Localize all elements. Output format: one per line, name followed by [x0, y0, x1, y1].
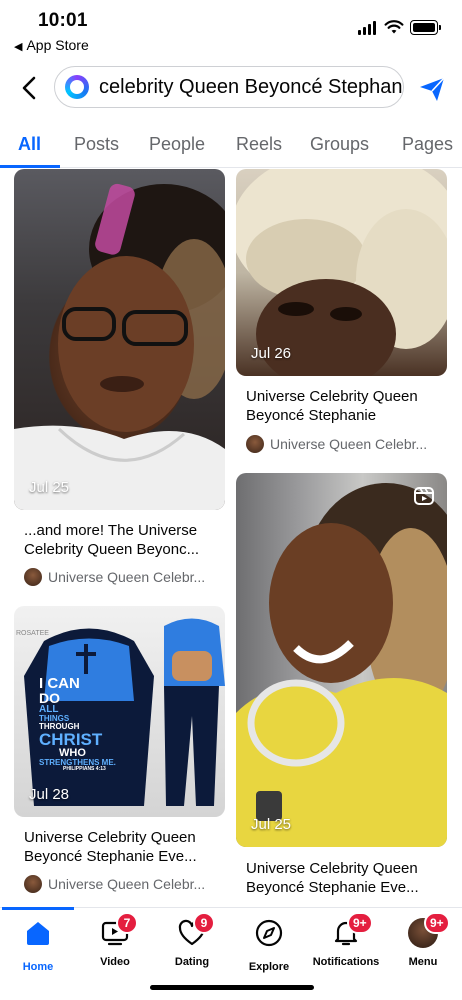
- post-photo[interactable]: Jul 26: [236, 169, 447, 376]
- post-date: Jul 28: [29, 786, 70, 803]
- avatar: [24, 875, 42, 893]
- nav-menu-label: Menu: [408, 956, 438, 968]
- post-photo[interactable]: Jul 25: [14, 169, 225, 510]
- back-app-label: App Store: [26, 37, 89, 53]
- post-author[interactable]: Universe Queen Celebr...: [24, 875, 205, 893]
- result-card[interactable]: Jul 26 Universe Celebrity Queen Beyoncé …: [236, 169, 447, 459]
- meta-ai-ring-icon: [65, 75, 89, 99]
- tab-pages[interactable]: Pages: [402, 134, 453, 155]
- search-query: celebrity Queen Beyoncé Stephanie: [99, 75, 404, 98]
- post-author[interactable]: Universe Queen Celebr...: [24, 568, 205, 586]
- status-time: 10:01: [38, 10, 88, 31]
- nav-explore-label: Explore: [248, 961, 290, 973]
- wifi-icon: [384, 20, 404, 34]
- nav-video[interactable]: 7 Video: [77, 912, 153, 968]
- compass-icon: [255, 919, 283, 947]
- active-nav-indicator: [2, 907, 74, 910]
- photo-illustration: [14, 183, 225, 510]
- avatar: [24, 568, 42, 586]
- home-indicator: [150, 985, 314, 990]
- post-title[interactable]: Universe Celebrity Queen Beyoncé Stephan…: [24, 828, 224, 866]
- back-arrow-icon[interactable]: [16, 74, 44, 102]
- photo-illustration: [236, 483, 447, 847]
- result-card[interactable]: Jul 25 ...and more! The Universe Celebri…: [14, 169, 225, 599]
- avatar: [246, 435, 264, 453]
- status-bar: 10:01 ◀ App Store: [0, 0, 462, 60]
- search-header: celebrity Queen Beyoncé Stephanie: [0, 66, 462, 110]
- menu-badge: 9+: [424, 912, 450, 934]
- nav-notifications[interactable]: 9+ Notifications: [308, 912, 384, 968]
- result-card[interactable]: ROSATEE I CAN DO ALL THINGS THROUGH CHRI…: [14, 606, 225, 907]
- slogan-line-1: I CAN: [39, 675, 80, 692]
- results-feed[interactable]: Jul 25 ...and more! The Universe Celebri…: [0, 169, 462, 907]
- nav-explore[interactable]: Explore: [231, 918, 307, 973]
- reel-thumbnail[interactable]: Jul 25: [236, 473, 447, 847]
- tab-posts[interactable]: Posts: [74, 134, 119, 155]
- slogan-line-6: CHRIST: [39, 730, 103, 749]
- cellular-signal-icon: [358, 21, 376, 35]
- post-author[interactable]: Universe Queen Celebr...: [246, 435, 427, 453]
- post-photo[interactable]: ROSATEE I CAN DO ALL THINGS THROUGH CHRI…: [14, 606, 225, 817]
- back-triangle-icon: ◀: [14, 41, 23, 53]
- back-to-app-link[interactable]: ◀ App Store: [14, 37, 89, 53]
- nav-notifications-label: Notifications: [312, 956, 380, 968]
- search-filter-tabs: All Posts People Reels Groups Pages: [0, 126, 462, 168]
- tab-reels[interactable]: Reels: [236, 134, 282, 155]
- dating-badge: 9: [193, 912, 215, 934]
- nav-menu[interactable]: 9+ Menu: [385, 912, 461, 968]
- nav-home-label: Home: [22, 961, 54, 973]
- result-card[interactable]: Jul 25 Universe Celebrity Queen Beyoncé …: [236, 473, 447, 907]
- post-title[interactable]: Universe Celebrity Queen Beyoncé Stephan…: [246, 859, 446, 897]
- slogan-line-2: DO: [39, 690, 60, 706]
- nav-dating-label: Dating: [174, 956, 210, 968]
- author-name: Universe Queen Celebr...: [270, 436, 428, 452]
- author-name: Universe Queen Celebr...: [48, 876, 206, 892]
- send-arrow-icon[interactable]: [418, 75, 446, 103]
- post-title[interactable]: Universe Celebrity Queen Beyoncé Stephan…: [246, 387, 446, 425]
- nav-home[interactable]: Home: [0, 918, 76, 973]
- post-title[interactable]: ...and more! The Universe Celebrity Quee…: [24, 521, 224, 559]
- tab-all[interactable]: All: [18, 134, 41, 155]
- post-date: Jul 25: [251, 816, 292, 833]
- tab-groups[interactable]: Groups: [310, 134, 369, 155]
- active-tab-indicator: [0, 165, 60, 168]
- post-date: Jul 26: [251, 345, 292, 362]
- reels-icon: [414, 487, 434, 505]
- author-name: Universe Queen Celebr...: [48, 569, 206, 585]
- home-icon: [27, 922, 49, 945]
- tab-people[interactable]: People: [149, 134, 205, 155]
- search-input[interactable]: celebrity Queen Beyoncé Stephanie: [54, 66, 404, 108]
- notifications-badge: 9+: [347, 912, 373, 934]
- nav-video-label: Video: [100, 956, 130, 968]
- battery-icon: [410, 20, 441, 35]
- nav-dating[interactable]: 9 Dating: [154, 912, 230, 968]
- slogan-line-9: PHILIPPIANS 4:13: [63, 766, 106, 772]
- post-date: Jul 25: [29, 479, 70, 496]
- hoodie-slogan: I CAN DO ALL THINGS THROUGH CHRIST WHO S…: [39, 676, 139, 772]
- hoodie-brand: ROSATEE: [16, 630, 49, 637]
- video-badge: 7: [116, 912, 138, 934]
